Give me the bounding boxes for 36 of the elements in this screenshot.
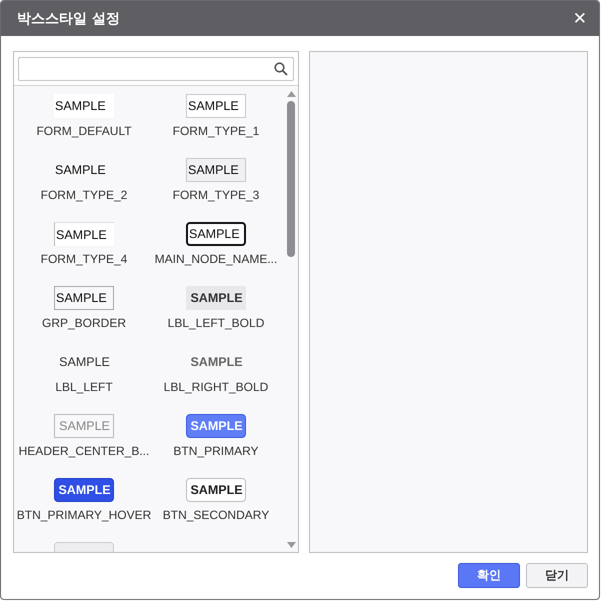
- style-sample[interactable]: SAMPLE: [54, 222, 114, 246]
- style-name[interactable]: BTN_PRIMARY: [173, 444, 259, 458]
- style-sample[interactable]: SAMPLE: [186, 94, 246, 118]
- style-sample[interactable]: SAMPLE: [54, 94, 114, 118]
- style-name[interactable]: LBL_LEFT: [55, 380, 113, 394]
- style-sample[interactable]: SAMPLE: [54, 478, 114, 502]
- style-name[interactable]: HEADER_CENTER_B...: [18, 444, 150, 458]
- scroll-thumb[interactable]: [287, 101, 295, 257]
- confirm-button[interactable]: 확인: [458, 563, 520, 588]
- style-sample[interactable]: SAMPLE: [54, 350, 114, 374]
- style-name[interactable]: MAIN_NODE_NAME...: [154, 252, 278, 266]
- style-name[interactable]: LBL_RIGHT_BOLD: [164, 380, 268, 394]
- style-sample[interactable]: SAMPLE: [186, 350, 246, 374]
- scroll-up-icon[interactable]: [286, 91, 296, 97]
- style-name[interactable]: GRP_BORDER: [42, 316, 126, 330]
- search-field[interactable]: [18, 57, 294, 81]
- style-name[interactable]: BTN_PRIMARY_HOVER: [16, 508, 152, 522]
- style-sample[interactable]: SAMPLE: [186, 222, 246, 246]
- style-sample[interactable]: SAMPLE: [186, 158, 246, 182]
- style-name[interactable]: FORM_TYPE_4: [40, 252, 128, 266]
- style-name[interactable]: FORM_TYPE_2: [40, 188, 128, 202]
- style-name[interactable]: FORM_DEFAULT: [36, 124, 132, 138]
- search-icon[interactable]: [274, 62, 288, 76]
- style-sample[interactable]: SAMPLE: [54, 158, 114, 182]
- style-name[interactable]: FORM_TYPE_3: [172, 188, 260, 202]
- style-name[interactable]: LBL_LEFT_BOLD: [168, 316, 264, 330]
- close-button[interactable]: ✕: [570, 8, 589, 28]
- scroll-down-icon[interactable]: [286, 542, 296, 548]
- window-title: 박스스타일 설정: [17, 10, 120, 28]
- style-name[interactable]: BTN_SECONDARY: [162, 508, 270, 522]
- close-dialog-button[interactable]: 닫기: [526, 563, 588, 588]
- style-sample[interactable]: SAMPLE: [186, 414, 246, 438]
- style-sample[interactable]: SAMPLE: [54, 286, 114, 310]
- style-sample[interactable]: SAMPLE: [186, 478, 246, 502]
- style-name[interactable]: FORM_TYPE_1: [172, 124, 260, 138]
- style-sample[interactable]: SAMPLE: [186, 286, 246, 310]
